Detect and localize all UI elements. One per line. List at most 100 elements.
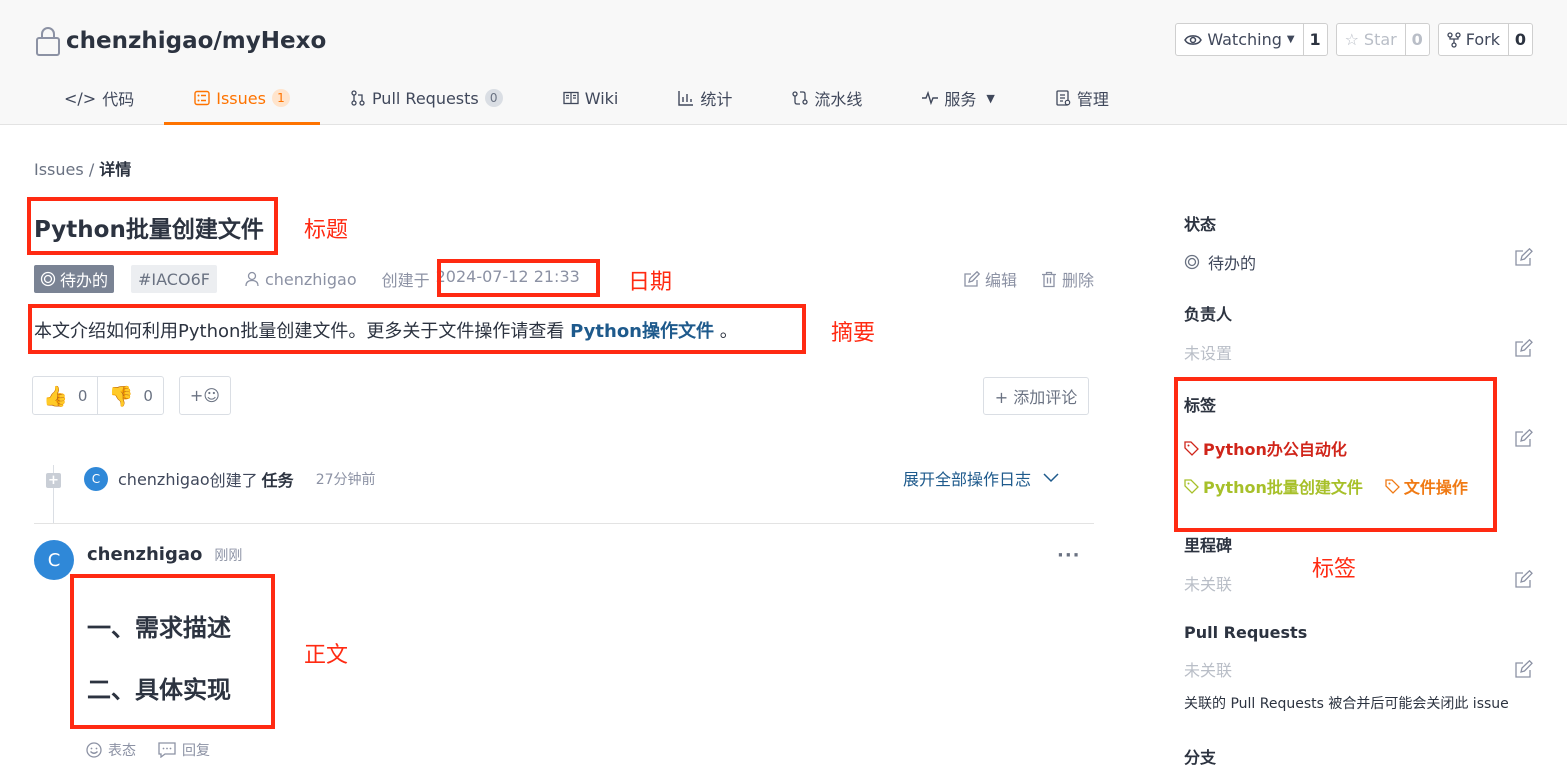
breadcrumb-root[interactable]: Issues	[34, 160, 84, 179]
tab-label: 服务	[944, 90, 977, 109]
tab-wiki[interactable]: Wiki	[533, 74, 649, 122]
comment-header: chenzhigao 刚刚	[87, 544, 242, 565]
tab-code[interactable]: </> 代码	[34, 74, 164, 122]
reply-label: 回复	[182, 743, 210, 759]
sidebar-label: Pull Requests	[1184, 623, 1308, 642]
sidebar-label: 分支	[1184, 748, 1217, 767]
comment-time: 刚刚	[214, 548, 243, 564]
fork-count[interactable]: 0	[1508, 24, 1532, 55]
fork-button-group: Fork 0	[1437, 23, 1533, 56]
watch-button-group: Watching ▼ 1	[1175, 23, 1328, 56]
edit-icon[interactable]	[1515, 248, 1533, 266]
annotation-box-date	[437, 259, 600, 297]
tab-services[interactable]: 服务 ▼	[892, 74, 1024, 122]
watch-button[interactable]: Watching ▼	[1176, 24, 1302, 55]
thumbs-up-count: 0	[77, 386, 88, 405]
breadcrumb-current: 详情	[99, 160, 132, 179]
created-label: 创建于	[381, 271, 430, 290]
activity-actor[interactable]: chenzhigao	[118, 470, 210, 489]
sidebar-label: 负责人	[1184, 305, 1233, 324]
tab-label: Wiki	[584, 88, 619, 108]
repo-title: chenzhigao/myHexo	[34, 24, 326, 58]
watch-label: Watching	[1207, 30, 1282, 49]
star-count[interactable]: 0	[1404, 24, 1429, 55]
milestone-value: 未关联	[1184, 575, 1233, 594]
eye-icon	[1184, 34, 1203, 45]
edit-icon[interactable]	[1515, 660, 1533, 678]
annotation-box-summary	[28, 304, 806, 354]
pr-count-badge: 0	[484, 89, 503, 107]
assignee-value: 未设置	[1184, 344, 1233, 363]
fork-label: Fork	[1465, 30, 1500, 49]
state-text: 待办的	[60, 271, 109, 290]
activity-item: C chenzhigao 创建了 任务 27分钟前	[84, 467, 376, 491]
caret-down-icon: ▼	[1286, 34, 1295, 45]
edit-icon[interactable]	[1515, 429, 1533, 447]
sidebar-milestone: 里程碑 未关联	[1184, 532, 1232, 595]
issues-count-badge: 1	[271, 89, 290, 107]
annotation-label-summary: 摘要	[831, 321, 876, 346]
star-icon: ☆	[1344, 30, 1359, 49]
reaction-group: 👍 0 👎 0	[32, 376, 164, 415]
circle-state-icon	[40, 271, 56, 287]
caret-down-icon: ▼	[986, 91, 995, 105]
watch-count[interactable]: 1	[1302, 24, 1327, 55]
issue-author: chenzhigao	[245, 270, 357, 289]
fork-icon	[1447, 31, 1461, 48]
fork-button[interactable]: Fork	[1439, 24, 1508, 55]
star-label: Star	[1363, 30, 1397, 49]
thumbs-up-button[interactable]: 👍 0	[33, 377, 97, 414]
settings-doc-icon	[1056, 90, 1071, 106]
lock-icon	[36, 27, 60, 56]
tab-pull-requests[interactable]: Pull Requests 0	[320, 74, 533, 122]
add-emoji-button[interactable]: +☺	[178, 376, 231, 415]
breadcrumb-separator: /	[88, 160, 95, 179]
tab-manage[interactable]: 管理	[1025, 74, 1139, 122]
edit-icon[interactable]	[1515, 570, 1533, 588]
react-label: 表态	[108, 743, 136, 759]
activity-object: 任务	[261, 471, 294, 490]
more-options-icon[interactable]: ···	[1057, 545, 1081, 566]
thumbs-down-count: 0	[143, 386, 153, 405]
reaction-bar: 👍 0 👎 0 +☺	[32, 376, 231, 415]
pipeline-icon	[792, 91, 809, 105]
issue-id[interactable]: #IACO6F	[131, 265, 217, 293]
tab-label: 代码	[102, 90, 135, 109]
expand-log-button[interactable]: 展开全部操作日志	[903, 466, 1059, 490]
state-badge: 待办的	[34, 265, 115, 293]
delete-label: 删除	[1061, 271, 1094, 290]
comment-avatar[interactable]: C	[34, 540, 74, 580]
pr-note: 关联的 Pull Requests 被合并后可能会关闭此 issue	[1184, 696, 1509, 712]
reply-button[interactable]: 回复	[158, 740, 210, 760]
comment-author[interactable]: chenzhigao	[87, 544, 202, 565]
edit-icon[interactable]	[1515, 339, 1533, 357]
circle-state-icon	[1184, 254, 1200, 270]
sidebar-label: 里程碑	[1184, 536, 1233, 555]
avatar[interactable]: C	[84, 467, 108, 491]
star-button-group: ☆ Star 0	[1335, 23, 1430, 56]
annotation-label-labels: 标签	[1312, 557, 1357, 582]
state-text: 待办的	[1208, 254, 1257, 273]
user-icon	[245, 271, 259, 287]
chart-icon	[678, 91, 694, 106]
thumbs-down-button[interactable]: 👎 0	[97, 377, 162, 414]
tab-label: 统计	[700, 90, 733, 109]
tab-pipeline[interactable]: 流水线	[762, 74, 892, 122]
plus-square-icon[interactable]: +	[46, 473, 61, 488]
breadcrumb: Issues / 详情	[34, 156, 131, 180]
tab-statistics[interactable]: 统计	[648, 74, 762, 122]
react-button[interactable]: 表态	[86, 740, 136, 760]
comment-actions: 表态 回复	[86, 740, 210, 760]
edit-label: 编辑	[984, 271, 1017, 290]
repo-name[interactable]: chenzhigao/myHexo	[66, 28, 326, 54]
edit-issue-button[interactable]: 编辑	[963, 267, 1017, 291]
add-comment-button[interactable]: + 添加评论	[983, 377, 1089, 415]
tab-label: 流水线	[814, 90, 863, 109]
annotation-box-labels	[1174, 377, 1497, 532]
tab-issues[interactable]: Issues 1	[164, 74, 320, 125]
delete-issue-button[interactable]: 删除	[1041, 267, 1094, 291]
sidebar-label: 状态	[1184, 215, 1217, 234]
tab-label: 管理	[1076, 90, 1109, 109]
author-name[interactable]: chenzhigao	[265, 270, 357, 289]
star-button[interactable]: ☆ Star	[1337, 24, 1405, 55]
